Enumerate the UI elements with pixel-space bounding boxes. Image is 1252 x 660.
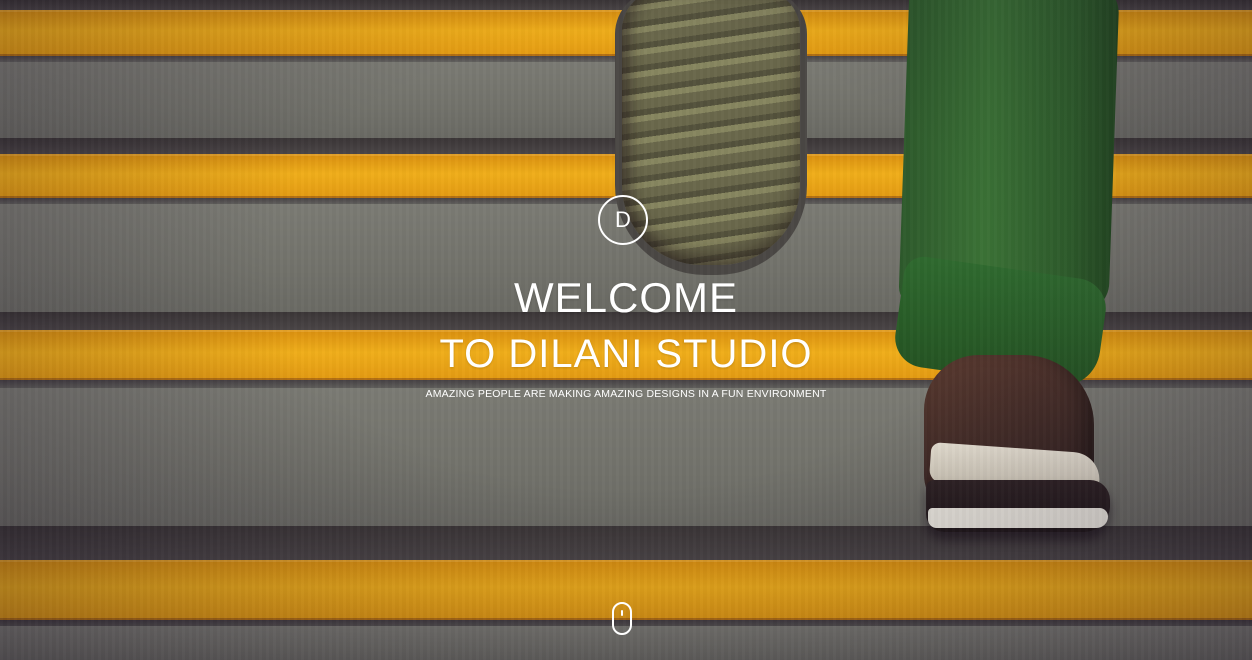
scroll-wheel-indicator — [621, 610, 623, 616]
logo-letter: D — [615, 207, 631, 232]
mouse-scroll-icon[interactable] — [612, 602, 632, 635]
logo[interactable]: D — [598, 195, 648, 245]
hero-tagline: AMAZING PEOPLE ARE MAKING AMAZING DESIGN… — [425, 388, 827, 400]
hero-section: D WELCOME TO DILANI STUDIO AMAZING PEOPL… — [0, 0, 1252, 660]
hero-overlay: D WELCOME TO DILANI STUDIO AMAZING PEOPL… — [0, 0, 1252, 660]
hero-title-line2: TO DILANI STUDIO — [439, 332, 813, 376]
hero-title-line1: WELCOME — [513, 274, 738, 321]
